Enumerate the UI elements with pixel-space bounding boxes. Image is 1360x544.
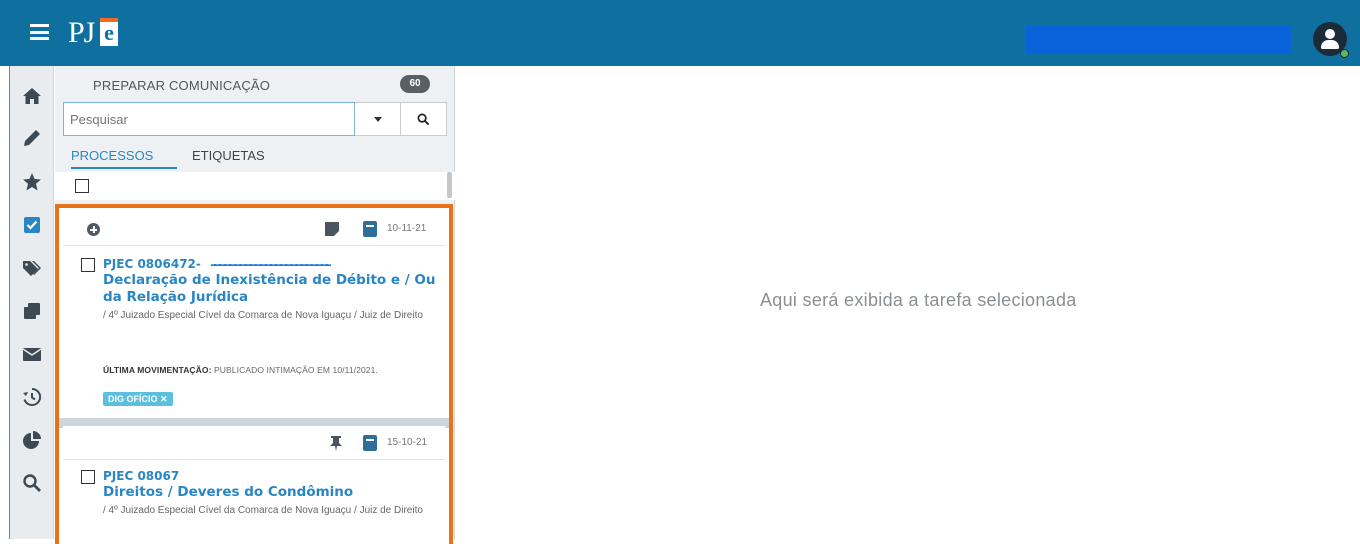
- card-header: 15-10-21: [63, 426, 445, 460]
- envelope-icon[interactable]: [20, 342, 44, 366]
- redacted-user-info: [1026, 26, 1291, 54]
- last-movement-label: ÚLTIMA MOVIMENTAÇÃO:: [103, 365, 212, 375]
- list-item[interactable]: 15-10-21 PJEC 08067 Direitos / Deveres d…: [63, 426, 445, 544]
- tags-icon[interactable]: [20, 256, 44, 280]
- tab-processos[interactable]: PROCESSOS: [71, 148, 177, 169]
- left-edge: [0, 66, 10, 539]
- card-date: 15-10-21: [387, 437, 428, 448]
- book-icon[interactable]: [363, 435, 377, 451]
- process-number[interactable]: PJEC 08067: [103, 469, 179, 483]
- select-all-checkbox[interactable]: [75, 179, 89, 193]
- card-date: 10-11-21: [387, 223, 427, 234]
- count-badge: 60: [400, 75, 430, 93]
- pie-chart-icon[interactable]: [20, 428, 44, 452]
- home-icon[interactable]: [20, 84, 44, 108]
- card-checkbox[interactable]: [81, 470, 95, 484]
- last-movement: ÚLTIMA MOVIMENTAÇÃO: PUBLICADO INTIMAÇÃO…: [103, 364, 433, 377]
- search-dropdown-button[interactable]: [355, 102, 401, 136]
- task-panel: PREPARAR COMUNICAÇÃO 60 PROCESSOS ETIQUE…: [55, 66, 455, 544]
- redacted-number: [211, 264, 331, 266]
- top-navbar: PJ e: [0, 0, 1360, 66]
- logo-e: e: [100, 20, 118, 46]
- panel-title: PREPARAR COMUNICAÇÃO: [93, 78, 271, 93]
- pin-icon[interactable]: [329, 435, 343, 451]
- user-avatar[interactable]: [1313, 22, 1349, 58]
- sticky-note-icon[interactable]: [325, 222, 339, 236]
- logo-accent: [100, 18, 118, 22]
- scrollbar[interactable]: [447, 172, 452, 198]
- process-org: / 4º Juizado Especial Cível da Comarca d…: [103, 505, 423, 516]
- list-item[interactable]: 10-11-21 PJEC 0806472- Declaração de Ine…: [63, 212, 445, 418]
- book-icon[interactable]: [363, 221, 377, 237]
- select-all-row: [55, 172, 455, 200]
- search-input[interactable]: [63, 102, 355, 136]
- pencil-icon[interactable]: [20, 126, 44, 150]
- last-movement-text: PUBLICADO INTIMAÇÃO EM 10/11/2021.: [214, 365, 378, 375]
- clone-icon[interactable]: [20, 299, 44, 323]
- caret-down-icon: [373, 116, 382, 122]
- search-button[interactable]: [401, 102, 447, 136]
- search-icon[interactable]: [20, 471, 44, 495]
- process-org: / 4º Juizado Especial Cível da Comarca d…: [103, 310, 423, 321]
- icon-sidebar: [10, 66, 54, 539]
- process-list: 10-11-21 PJEC 0806472- Declaração de Ine…: [55, 204, 453, 544]
- process-class[interactable]: Direitos / Deveres do Condômino: [103, 484, 443, 501]
- process-number[interactable]: PJEC 0806472-: [103, 257, 201, 271]
- logo-text: PJ: [68, 16, 95, 49]
- online-status-icon: [1340, 49, 1349, 58]
- tab-etiquetas[interactable]: ETIQUETAS: [192, 148, 265, 163]
- checkbox-icon[interactable]: [20, 213, 44, 237]
- process-class[interactable]: Declaração de Inexistência de Débito e /…: [103, 272, 443, 306]
- card-header: 10-11-21: [63, 212, 445, 246]
- menu-icon[interactable]: [30, 24, 49, 40]
- history-icon[interactable]: [20, 385, 44, 409]
- tag-badge[interactable]: DIG OFÍCIO ✕: [103, 392, 173, 406]
- empty-task-message: Aqui será exibida a tarefa selecionada: [760, 290, 1077, 310]
- plus-circle-icon[interactable]: [87, 223, 100, 236]
- star-icon[interactable]: [20, 170, 44, 194]
- search-icon: [417, 113, 430, 125]
- card-checkbox[interactable]: [81, 258, 95, 272]
